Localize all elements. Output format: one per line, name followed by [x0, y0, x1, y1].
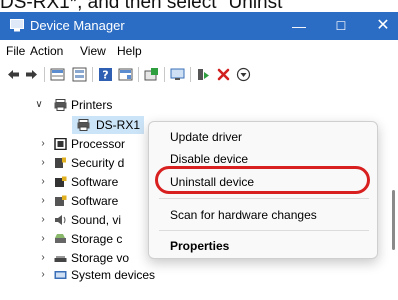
printer-icon — [77, 119, 90, 131]
toolbar-separator — [92, 67, 93, 82]
forward-icon[interactable] — [24, 67, 39, 82]
menu-separator — [159, 198, 369, 199]
storage-controller-icon — [55, 234, 66, 243]
toolbar-separator — [138, 67, 139, 82]
vertical-scrollbar[interactable] — [392, 190, 395, 250]
tree-item-label: Printers — [71, 98, 113, 112]
enable-device-icon[interactable] — [196, 67, 211, 82]
tree-item-label: Storage c — [71, 232, 123, 246]
maximize-button[interactable]: ☐ — [320, 12, 362, 40]
device-list-icon[interactable] — [72, 67, 87, 82]
monitor-icon[interactable] — [170, 67, 185, 82]
tree-item-label: Storage vo — [71, 251, 130, 265]
properties-grid-icon[interactable] — [50, 67, 65, 82]
view-icon[interactable] — [118, 67, 133, 82]
chevron-right-icon[interactable]: › — [38, 192, 48, 210]
window-titlebar: Device Manager — ☐ ✕ — [0, 12, 398, 40]
tree-item-label: Software — [71, 175, 119, 189]
tree-item-label: Software — [71, 194, 119, 208]
toolbar-separator — [44, 67, 45, 82]
menu-item-scan-hardware[interactable]: Scan for hardware changes — [170, 207, 317, 223]
annotation-highlight-ring — [155, 166, 370, 194]
tree-item-label: System devices — [71, 268, 156, 282]
close-button[interactable]: ✕ — [362, 12, 398, 40]
update-driver-icon[interactable] — [144, 67, 159, 82]
speaker-icon — [55, 215, 66, 225]
back-icon[interactable] — [6, 67, 21, 82]
menu-item-properties[interactable]: Properties — [170, 238, 229, 254]
menu-item-update-driver[interactable]: Update driver — [170, 129, 242, 145]
menu-help[interactable]: Help — [117, 44, 142, 58]
system-device-icon — [54, 271, 67, 279]
menu-separator — [159, 230, 369, 231]
menu-view[interactable]: View — [80, 44, 106, 58]
menu-item-disable-device[interactable]: Disable device — [170, 151, 248, 167]
toolbar: ? — [0, 62, 398, 87]
uninstall-icon[interactable] — [216, 67, 231, 82]
svg-text:?: ? — [102, 69, 108, 82]
tree-item-label: Security d — [71, 156, 125, 170]
chevron-right-icon[interactable]: › — [38, 173, 48, 191]
processor-icon — [54, 138, 67, 150]
printer-icon — [54, 99, 67, 111]
tree-item-label: Processor — [71, 137, 126, 151]
chevron-right-icon[interactable]: › — [38, 249, 48, 267]
device-manager-icon — [10, 19, 24, 32]
menu-file[interactable]: File — [6, 44, 25, 58]
software-device-icon — [55, 195, 67, 206]
tree-item-label: DS-RX1 — [96, 118, 141, 132]
instruction-caption: DS-RX1*, and then select "Uninst — [0, 0, 283, 12]
chevron-right-icon[interactable]: › — [38, 266, 48, 284]
minimize-button[interactable]: — — [278, 12, 320, 40]
menu-bar: File Action View Help — [0, 40, 398, 62]
chevron-right-icon[interactable]: › — [38, 135, 48, 153]
chevron-down-icon[interactable]: ∨ — [34, 96, 44, 114]
software-component-icon — [55, 176, 67, 187]
menu-action[interactable]: Action — [30, 44, 63, 58]
chevron-right-icon[interactable]: › — [38, 211, 48, 229]
toolbar-separator — [164, 67, 165, 82]
download-icon[interactable] — [236, 67, 251, 82]
toolbar-separator — [190, 67, 191, 82]
chevron-right-icon[interactable]: › — [38, 230, 48, 248]
security-device-icon — [55, 157, 66, 168]
chevron-right-icon[interactable]: › — [38, 154, 48, 172]
storage-volume-icon — [54, 256, 67, 262]
tree-item-label: Sound, vi — [71, 213, 122, 227]
window-title: Device Manager — [30, 18, 125, 33]
help-icon[interactable]: ? — [98, 67, 113, 82]
